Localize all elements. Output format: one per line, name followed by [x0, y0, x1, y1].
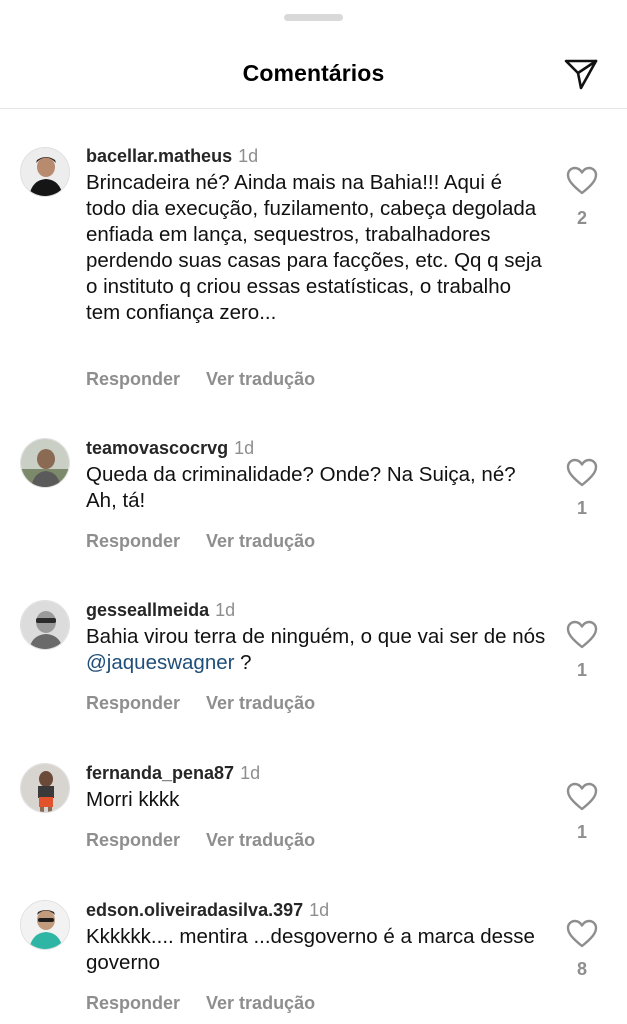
- page-title: Comentários: [242, 60, 385, 86]
- comment-item: gesseallmeida 1d Bahia virou terra de nin…: [0, 599, 627, 719]
- comment-actions: Responder Ver tradução: [86, 693, 315, 714]
- avatar[interactable]: [20, 600, 70, 650]
- see-translation-button[interactable]: Ver tradução: [206, 693, 315, 713]
- comments-header: Comentários: [0, 40, 627, 109]
- comment-item: edson.oliveiradasilva.397 1d Kkkkkk.... m…: [0, 899, 627, 1021]
- see-translation-button[interactable]: Ver tradução: [206, 993, 315, 1013]
- comment-text: Morri kkkk: [86, 788, 180, 811]
- like-count: 8: [576, 959, 587, 979]
- comment-text-part: Bahia virou terra de ninguém, o que vai …: [86, 625, 546, 648]
- comment-actions: Responder Ver tradução: [86, 531, 315, 552]
- comment-username[interactable]: fernanda_pena87: [86, 763, 234, 783]
- comment-item: bacellar.matheus 1d Brincadeira né? Ainda…: [0, 145, 627, 395]
- comment-username[interactable]: teamovascocrvg: [86, 438, 228, 458]
- avatar[interactable]: [20, 763, 70, 813]
- mention-link[interactable]: @jaqueswagner: [86, 651, 234, 674]
- heart-outline-icon[interactable]: [566, 458, 598, 488]
- reply-button[interactable]: Responder: [86, 830, 180, 850]
- like-count: 1: [576, 498, 587, 518]
- paper-plane-icon[interactable]: [562, 54, 600, 92]
- comment-text-part: ?: [234, 651, 252, 674]
- comment-header: fernanda_pena87 1d: [86, 762, 260, 784]
- see-translation-button[interactable]: Ver tradução: [206, 531, 315, 551]
- reply-button[interactable]: Responder: [86, 693, 180, 713]
- comment-actions: Responder Ver tradução: [86, 369, 315, 390]
- comment-username[interactable]: gesseallmeida: [86, 600, 209, 620]
- heart-outline-icon[interactable]: [566, 166, 598, 196]
- comment-actions: Responder Ver tradução: [86, 993, 315, 1014]
- comment-header: gesseallmeida 1d: [86, 599, 235, 621]
- comment-timestamp: 1d: [234, 438, 255, 458]
- comment-timestamp: 1d: [309, 900, 330, 920]
- heart-outline-icon[interactable]: [566, 782, 598, 812]
- sheet-grabber[interactable]: [284, 14, 343, 21]
- comments-sheet: Comentários bacellar.matheus 1d Brincadei…: [0, 0, 627, 1024]
- comment-header: edson.oliveiradasilva.397 1d: [86, 899, 329, 921]
- avatar[interactable]: [20, 147, 70, 197]
- comment-username[interactable]: bacellar.matheus: [86, 146, 232, 166]
- comment-header: teamovascocrvg 1d: [86, 437, 254, 459]
- reply-button[interactable]: Responder: [86, 993, 180, 1013]
- comment-actions: Responder Ver tradução: [86, 830, 315, 851]
- comment-header: bacellar.matheus 1d: [86, 145, 258, 167]
- comment-timestamp: 1d: [215, 600, 236, 620]
- see-translation-button[interactable]: Ver tradução: [206, 830, 315, 850]
- heart-outline-icon[interactable]: [566, 620, 598, 650]
- comment-timestamp: 1d: [238, 146, 259, 166]
- comment-item: fernanda_pena87 1d Morri kkkk Responder Ve…: [0, 762, 627, 862]
- comment-text: Bahia virou terra de ninguém, o que vai …: [86, 624, 546, 676]
- comment-username[interactable]: edson.oliveiradasilva.397: [86, 900, 303, 920]
- avatar[interactable]: [20, 438, 70, 488]
- comment-text: Queda da criminalidade? Onde? Na Suiça, …: [86, 463, 516, 512]
- comment-text: Brincadeira né? Ainda mais na Bahia!!! A…: [86, 171, 542, 324]
- see-translation-button[interactable]: Ver tradução: [206, 369, 315, 389]
- comment-item: teamovascocrvg 1d Queda da criminalidade?…: [0, 437, 627, 557]
- comment-text: Kkkkkk.... mentira ...desgoverno é a mar…: [86, 925, 535, 974]
- reply-button[interactable]: Responder: [86, 531, 180, 551]
- like-count: 1: [576, 660, 587, 680]
- comment-timestamp: 1d: [240, 763, 261, 783]
- heart-outline-icon[interactable]: [566, 919, 598, 949]
- reply-button[interactable]: Responder: [86, 369, 180, 389]
- like-count: 2: [576, 208, 587, 228]
- like-count: 1: [576, 822, 587, 842]
- avatar[interactable]: [20, 900, 70, 950]
